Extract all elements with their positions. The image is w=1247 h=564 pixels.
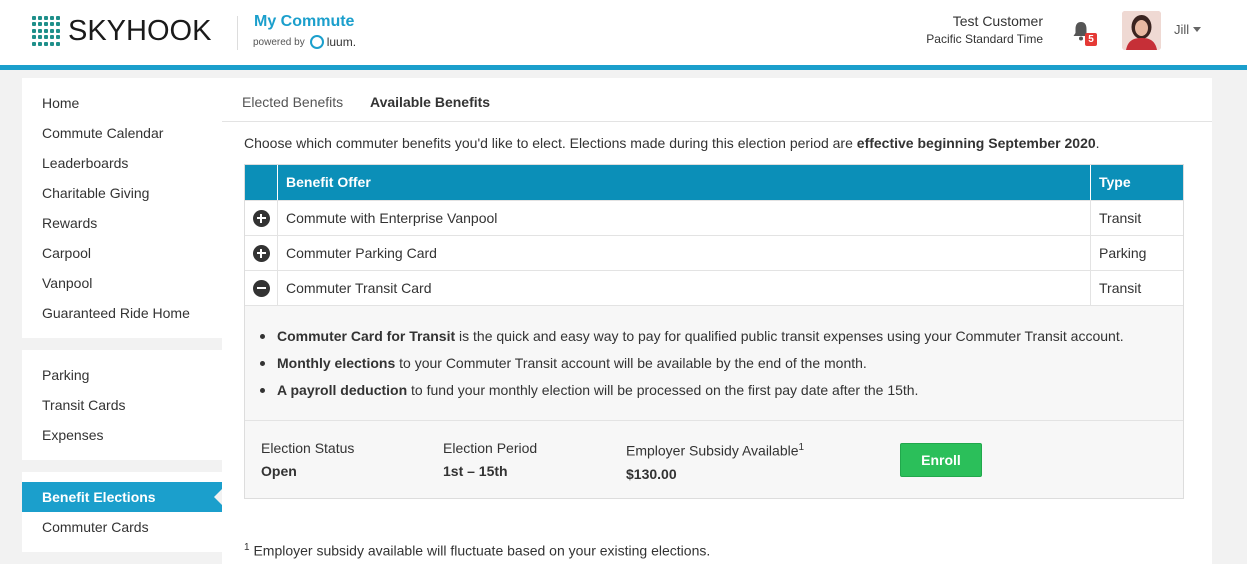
expand-toggle[interactable] (245, 201, 278, 235)
header-expand-column (245, 165, 278, 200)
detail-item: A payroll deduction to fund your monthly… (260, 377, 1165, 404)
logo-text: SKYHOOK (68, 15, 212, 47)
sidebar-item-charitable-giving[interactable]: Charitable Giving (22, 178, 222, 208)
user-time-zone: Pacific Standard Time (926, 32, 1043, 46)
sidebar-item-home[interactable]: Home (22, 88, 222, 118)
election-status-value: Open (261, 463, 297, 479)
employer-subsidy-value: $130.00 (626, 465, 677, 482)
expand-toggle[interactable] (245, 236, 278, 270)
header-divider (237, 16, 238, 50)
powered-by: powered by luum. (253, 35, 356, 49)
intro-emphasis: effective beginning September 2020 (856, 135, 1096, 151)
benefit-offers-table: Benefit Offer Type Commute with Enterpri… (244, 164, 1184, 499)
skyhook-logo-icon (32, 16, 62, 46)
sidebar-item-carpool[interactable]: Carpool (22, 238, 222, 268)
benefit-type: Transit (1099, 210, 1142, 226)
user-name: Test Customer (952, 13, 1043, 29)
table-row[interactable]: Commuter Transit Card Transit (245, 270, 1183, 305)
benefit-offer-name: Commuter Parking Card (278, 236, 1091, 270)
user-menu-label: Jill (1174, 22, 1190, 37)
table-header: Benefit Offer Type (245, 165, 1183, 200)
notification-count-badge: 5 (1085, 33, 1097, 46)
benefit-tabs: Elected Benefits Available Benefits (222, 78, 1212, 122)
enrollment-panel: Election Status Open Election Period 1st… (245, 420, 1183, 498)
enroll-button[interactable]: Enroll (900, 443, 982, 477)
user-menu-toggle[interactable]: Jill (1174, 22, 1202, 37)
sidebar-item-guaranteed-ride-home[interactable]: Guaranteed Ride Home (22, 298, 222, 328)
skyhook-logo[interactable]: SKYHOOK (32, 14, 211, 48)
main-content: Elected Benefits Available Benefits Choo… (222, 78, 1212, 564)
sidebar-group-payments: Parking Transit Cards Expenses (22, 350, 222, 460)
detail-item: Commuter Card for Transit is the quick a… (260, 323, 1165, 350)
sidebar-item-leaderboards[interactable]: Leaderboards (22, 148, 222, 178)
subsidy-footnote: 1 Employer subsidy available will fluctu… (244, 542, 711, 559)
benefit-type: Parking (1099, 245, 1147, 261)
table-row[interactable]: Commute with Enterprise Vanpool Transit (245, 200, 1183, 235)
sidebar-group-commute: Home Commute Calendar Leaderboards Chari… (22, 78, 222, 338)
employer-subsidy: Employer Subsidy Available1 $130.00 (626, 439, 804, 485)
app-title[interactable]: My Commute (254, 13, 354, 31)
table-row[interactable]: Commuter Parking Card Parking (245, 235, 1183, 270)
intro-end: . (1095, 135, 1100, 151)
sidebar-group-benefits: Benefit Elections Commuter Cards (22, 472, 222, 552)
plus-circle-icon (252, 209, 270, 227)
sidebar-item-benefit-elections[interactable]: Benefit Elections (22, 482, 222, 512)
header-type: Type (1099, 174, 1131, 190)
sidebar: Home Commute Calendar Leaderboards Chari… (22, 78, 222, 564)
header-benefit-offer: Benefit Offer (278, 165, 1091, 200)
chevron-down-icon (1193, 27, 1202, 32)
sidebar-item-parking[interactable]: Parking (22, 360, 222, 390)
election-period-label: Election Period (443, 440, 538, 456)
powered-by-label: powered by (253, 36, 305, 48)
detail-item: Monthly elections to your Commuter Trans… (260, 350, 1165, 377)
collapse-toggle[interactable] (245, 271, 278, 305)
sidebar-item-transit-cards[interactable]: Transit Cards (22, 390, 222, 420)
employer-subsidy-label: Employer Subsidy Available1 (626, 442, 805, 459)
sidebar-item-expenses[interactable]: Expenses (22, 420, 222, 450)
sidebar-item-commuter-cards[interactable]: Commuter Cards (22, 512, 222, 542)
intro-text: Choose which commuter benefits you'd lik… (244, 135, 1100, 151)
intro-body: Choose which commuter benefits you'd lik… (244, 135, 857, 151)
benefit-offer-name: Commute with Enterprise Vanpool (278, 201, 1091, 235)
sidebar-item-rewards[interactable]: Rewards (22, 208, 222, 238)
election-status: Election Status Open (261, 439, 354, 482)
election-period-value: 1st – 15th (443, 463, 508, 479)
avatar-image (1122, 11, 1161, 50)
luum-logo-icon (309, 35, 324, 49)
tab-available-benefits[interactable]: Available Benefits (370, 94, 490, 110)
top-header: SKYHOOK My Commute powered by luum. Test… (0, 0, 1247, 70)
luum-brand: luum. (326, 35, 357, 49)
sidebar-item-commute-calendar[interactable]: Commute Calendar (22, 118, 222, 148)
sidebar-item-vanpool[interactable]: Vanpool (22, 268, 222, 298)
election-status-label: Election Status (261, 440, 355, 456)
benefit-offer-name: Commuter Transit Card (278, 271, 1091, 305)
minus-circle-icon (252, 279, 270, 297)
avatar[interactable] (1122, 11, 1161, 50)
benefit-details: Commuter Card for Transit is the quick a… (245, 305, 1183, 420)
plus-circle-icon (252, 244, 270, 262)
election-period: Election Period 1st – 15th (443, 439, 537, 482)
benefit-type: Transit (1099, 280, 1142, 296)
tab-elected-benefits[interactable]: Elected Benefits (242, 94, 343, 110)
